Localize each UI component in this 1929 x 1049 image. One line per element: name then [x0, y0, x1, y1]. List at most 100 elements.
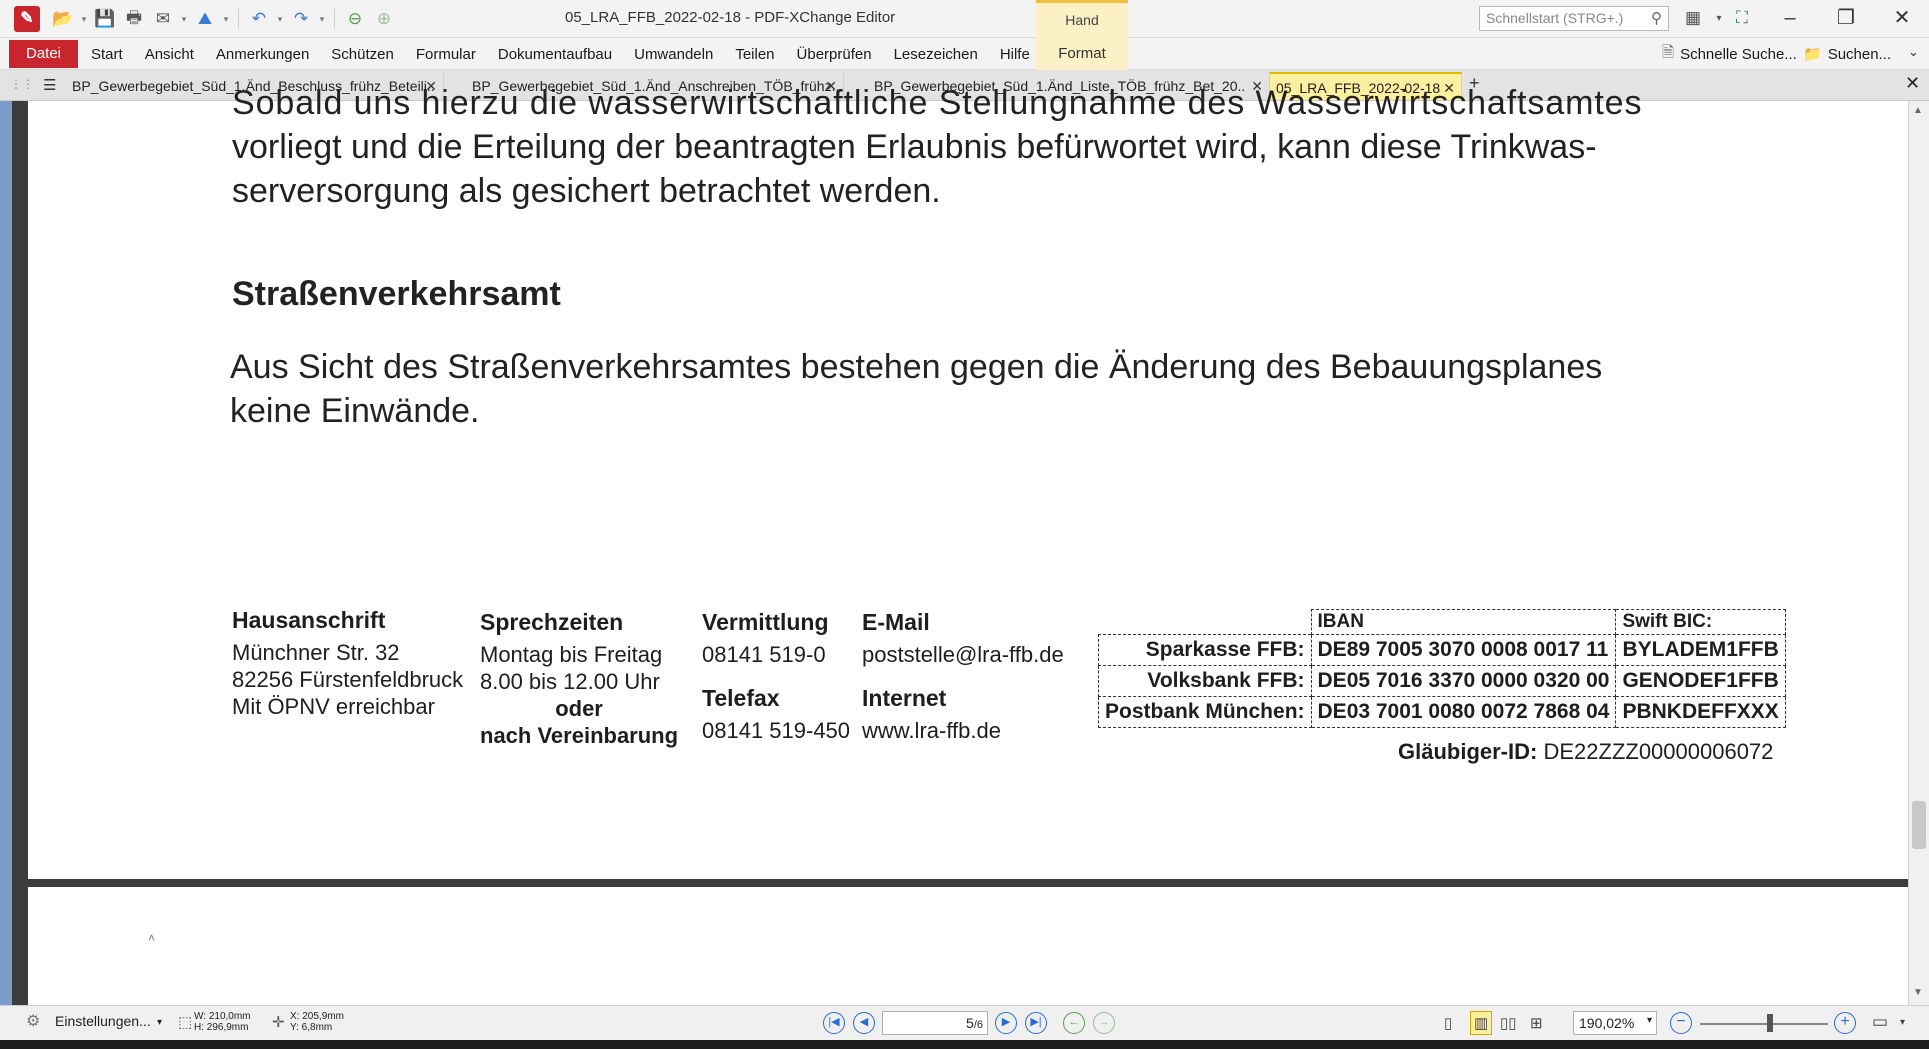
menu-organize[interactable]: Dokumentaufbau — [487, 46, 623, 63]
fast-search-button[interactable]: 🗎 Schnelle Suche... — [1662, 43, 1797, 65]
vertical-scrollbar[interactable]: ▲ ▼ — [1908, 101, 1929, 1005]
zoom-slider-thumb[interactable] — [1767, 1014, 1773, 1032]
footer-address-line: Mit ÖPNV erreichbar — [232, 694, 435, 719]
footer-web-heading: Internet — [862, 685, 947, 711]
page-number-input[interactable]: 5/6 — [882, 1011, 988, 1035]
menu-file[interactable]: Datei — [9, 40, 78, 68]
continuous-view-icon[interactable]: ▥ — [1470, 1011, 1493, 1035]
footer-phone-heading: Vermittlung — [702, 609, 829, 635]
footer-address: Hausanschrift Münchner Str. 32 82256 Für… — [232, 607, 463, 720]
redo-dropdown-icon[interactable]: ▾ — [317, 6, 327, 32]
facing-continuous-view-icon[interactable]: ⊞ — [1530, 1014, 1543, 1032]
fullscreen-icon[interactable]: ⛶ — [1726, 4, 1758, 32]
title-bar: ✎ 📂 ▾ 💾 🖶 ✉ ▾ ⛰ ▾ ↶ ▾ ↷ ▾ ⊖ ⊕ 05_LRA_FFB… — [0, 0, 1929, 38]
open-folder-icon[interactable]: 📂 — [50, 6, 76, 32]
bank-bic: PBNKDEFFXXX — [1615, 696, 1786, 728]
last-page-icon[interactable]: ▶| — [1025, 1012, 1047, 1034]
footer-phone-value: 08141 519-0 — [702, 642, 826, 667]
bank-bic: BYLADEM1FFB — [1615, 634, 1786, 666]
undo-dropdown-icon[interactable]: ▾ — [275, 6, 285, 32]
close-all-tabs-icon[interactable]: ✕ — [1905, 73, 1920, 94]
menu-comments[interactable]: Anmerkungen — [205, 46, 320, 63]
menu-start[interactable]: Start — [80, 46, 134, 63]
menu-convert[interactable]: Umwandeln — [623, 46, 724, 63]
left-panel-strip — [0, 101, 12, 1005]
email-dropdown-icon[interactable]: ▾ — [179, 6, 189, 32]
pdf-xchange-logo-icon[interactable]: ✎ — [14, 6, 40, 32]
settings-gear-icon[interactable]: ⚙ — [26, 1011, 40, 1031]
forward-view-icon[interactable]: ⊕ — [371, 6, 397, 32]
folder-search-icon: 📁 — [1803, 46, 1822, 63]
fast-search-label: Schnelle Suche... — [1680, 45, 1797, 63]
menu-form[interactable]: Formular — [405, 46, 487, 63]
bank-row: Volksbank FFB: DE05 7016 3370 0000 0320 … — [1098, 665, 1786, 697]
zoom-level-select[interactable]: 190,02% ▾ — [1573, 1011, 1657, 1035]
customize-ribbon-icon[interactable]: ▦ — [1677, 4, 1709, 32]
previous-page-icon[interactable]: ◀ — [853, 1012, 875, 1034]
search-button[interactable]: 📁 Suchen... — [1803, 43, 1891, 65]
paragraph-line: vorliegt und die Erteilung der beantragt… — [232, 128, 1597, 166]
bank-iban-header: IBAN — [1310, 609, 1617, 635]
search-label: Suchen... — [1827, 45, 1892, 63]
restore-button[interactable]: ❐ — [1818, 0, 1874, 38]
single-page-view-icon[interactable]: ▯ — [1444, 1014, 1452, 1032]
redo-icon[interactable]: ↷ — [288, 6, 314, 32]
previous-view-icon[interactable]: ← — [1063, 1012, 1085, 1034]
quick-access-toolbar: 📂 ▾ 💾 🖶 ✉ ▾ ⛰ ▾ ↶ ▾ ↷ ▾ ⊖ ⊕ — [50, 5, 397, 33]
menu-help[interactable]: Hilfe — [989, 46, 1041, 63]
footer-hours-line: 8.00 bis 12.00 Uhr — [480, 669, 660, 694]
creditor-id-label: Gläubiger-ID: — [1398, 739, 1538, 764]
quick-search-input[interactable]: Schnellstart (STRG+.) ⚲ — [1479, 6, 1669, 31]
menu-format[interactable]: Format — [1036, 38, 1128, 70]
footer-hours-line: nach Vereinbarung — [480, 723, 679, 748]
document-search-icon: 🗎 — [1662, 43, 1675, 61]
bank-details-table: IBAN Swift BIC: Sparkasse FFB: DE89 7005… — [1098, 609, 1786, 728]
settings-dropdown-icon[interactable]: ▾ — [157, 1017, 162, 1028]
bank-header-row: IBAN Swift BIC: — [1099, 609, 1786, 635]
tabbar-grip-icon[interactable]: ⋮⋮ — [10, 77, 34, 91]
panel-layout-dropdown-icon[interactable]: ▾ — [1900, 1017, 1905, 1028]
save-icon[interactable]: 💾 — [92, 6, 118, 32]
zoom-in-icon[interactable]: + — [1834, 1012, 1856, 1034]
bank-bic: GENODEF1FFB — [1615, 665, 1786, 697]
search-icon[interactable]: ⚲ — [1651, 9, 1662, 27]
menu-bookmarks[interactable]: Lesezeichen — [883, 46, 989, 63]
quick-search-placeholder: Schnellstart (STRG+.) — [1486, 10, 1624, 26]
context-tab-hand[interactable]: Hand — [1036, 0, 1128, 38]
zoom-slider-track[interactable] — [1700, 1023, 1828, 1025]
back-view-icon[interactable]: ⊖ — [342, 6, 368, 32]
next-view-icon[interactable]: → — [1093, 1012, 1115, 1034]
zoom-dropdown-icon: ▾ — [1646, 1015, 1652, 1026]
open-dropdown-icon[interactable]: ▾ — [79, 6, 89, 32]
footer-email: E-Mail poststelle@lra-ffb.de Internet ww… — [862, 609, 1064, 744]
menu-view[interactable]: Ansicht — [134, 46, 205, 63]
footer-fax-value: 08141 519-450 — [702, 718, 851, 743]
settings-button[interactable]: Einstellungen... — [55, 1013, 151, 1029]
panel-layout-icon[interactable]: ▭ — [1872, 1012, 1888, 1032]
menu-protect[interactable]: Schützen — [320, 46, 405, 63]
zoom-out-icon[interactable]: − — [1670, 1012, 1692, 1034]
pdf-page-next: ˄ — [28, 887, 1916, 1005]
ribbon-collapse-icon[interactable]: ⌄ — [1908, 44, 1919, 60]
minimize-button[interactable]: – — [1762, 0, 1818, 38]
total-pages: 6 — [976, 1019, 983, 1031]
bank-iban: DE05 7016 3370 0000 0320 00 — [1310, 665, 1617, 697]
paragraph-line: Aus Sicht des Straßenverkehrsamtes beste… — [230, 348, 1603, 386]
email-icon[interactable]: ✉ — [150, 6, 176, 32]
scan-dropdown-icon[interactable]: ▾ — [221, 6, 231, 32]
menu-share[interactable]: Teilen — [724, 46, 785, 63]
menu-review[interactable]: Überprüfen — [786, 46, 883, 63]
scan-icon[interactable]: ⛰ — [192, 6, 218, 32]
first-page-icon[interactable]: |◀ — [823, 1012, 845, 1034]
facing-view-icon[interactable]: ▯▯ — [1500, 1014, 1517, 1032]
document-viewport[interactable]: Sobald uns hierzu die wasserwirtschaftli… — [12, 84, 1916, 1005]
scrollbar-thumb[interactable] — [1912, 801, 1926, 849]
scroll-down-icon[interactable]: ▼ — [1913, 987, 1923, 998]
customize-dropdown-icon[interactable]: ▾ — [1713, 4, 1725, 32]
next-page-icon[interactable]: ▶ — [995, 1012, 1017, 1034]
print-icon[interactable]: 🖶 — [121, 6, 147, 32]
footer-phone: Vermittlung 08141 519-0 Telefax 08141 51… — [702, 609, 850, 744]
scroll-up-icon[interactable]: ▲ — [1913, 105, 1923, 116]
undo-icon[interactable]: ↶ — [246, 6, 272, 32]
close-window-button[interactable]: ✕ — [1874, 0, 1929, 38]
